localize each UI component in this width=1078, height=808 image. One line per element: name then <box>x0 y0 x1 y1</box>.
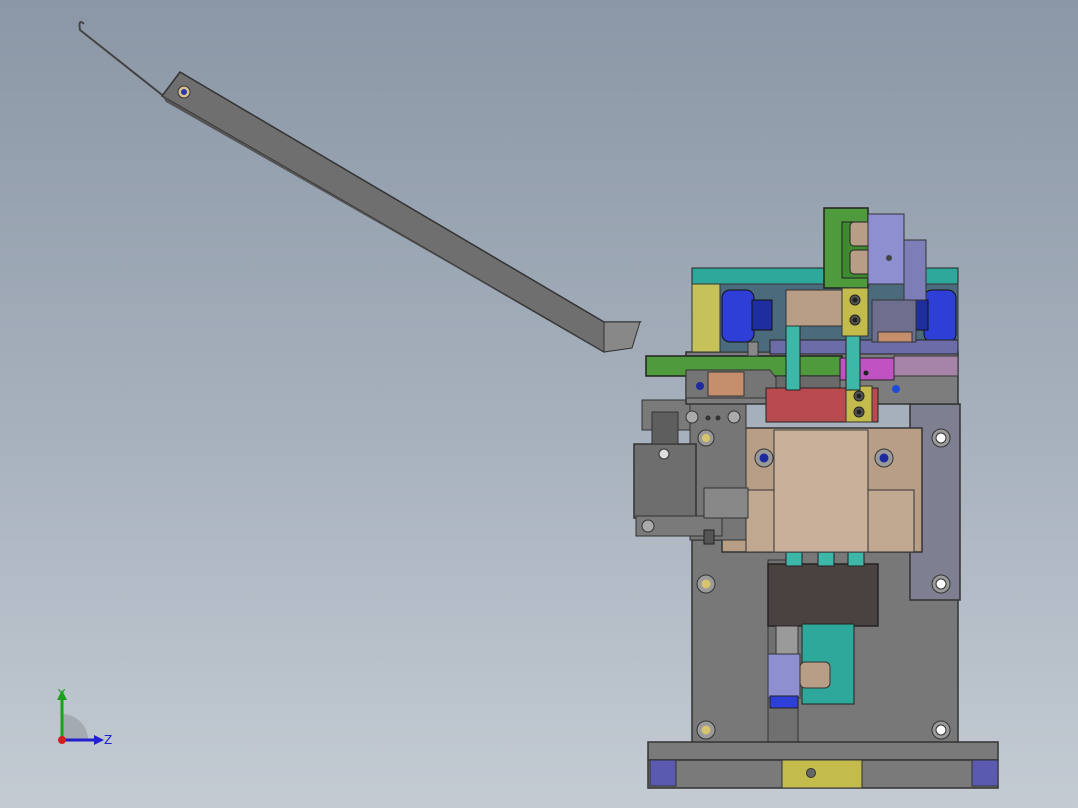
hook-wire[interactable] <box>78 21 167 99</box>
z-axis-label: Z <box>104 733 112 747</box>
carriage-block[interactable] <box>721 427 923 553</box>
x-axis-dot <box>58 736 66 744</box>
base-foot[interactable] <box>647 741 999 789</box>
left-mechanism[interactable] <box>633 399 749 545</box>
long-arm[interactable] <box>160 71 643 353</box>
triad-plane <box>62 714 88 740</box>
roller-lower[interactable] <box>799 661 831 689</box>
machine-assembly-model[interactable] <box>0 0 1078 808</box>
cad-viewport[interactable]: Y Z <box>0 0 1078 808</box>
small-bracket[interactable] <box>775 625 799 657</box>
y-axis-label: Y <box>57 687 66 701</box>
red-block[interactable] <box>765 385 879 423</box>
z-axis-arrowhead <box>94 735 104 745</box>
dark-block[interactable] <box>767 563 879 627</box>
blue-stop <box>769 695 799 709</box>
lavender-clamp[interactable] <box>767 653 801 699</box>
orientation-triad[interactable]: Y Z <box>48 684 128 764</box>
